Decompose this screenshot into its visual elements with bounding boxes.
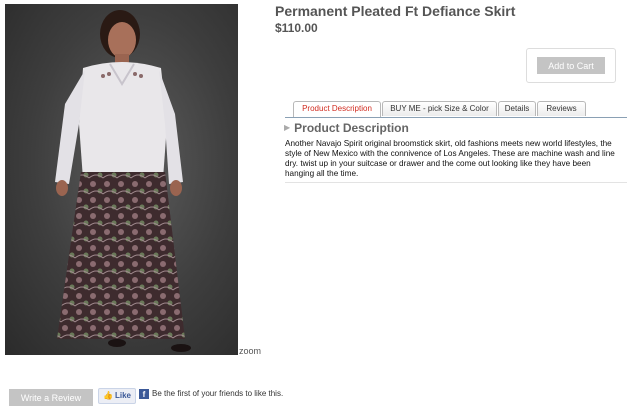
model-illustration: [55, 10, 191, 352]
description-heading-text: Product Description: [294, 121, 409, 135]
like-button[interactable]: 👍 Like: [98, 388, 136, 404]
tab-details[interactable]: Details: [498, 101, 536, 116]
add-to-cart-panel: Add to Cart: [526, 48, 616, 83]
triangle-right-icon: ▶: [284, 123, 291, 132]
facebook-icon: f: [139, 389, 149, 399]
zoom-link[interactable]: zoom: [239, 346, 261, 356]
add-to-cart-button[interactable]: Add to Cart: [537, 57, 605, 74]
description-heading: ▶ Product Description: [284, 121, 409, 135]
like-label: Like: [114, 391, 131, 400]
tab-reviews[interactable]: Reviews: [537, 101, 586, 116]
product-photo[interactable]: [5, 4, 238, 355]
product-price: $110.00: [275, 21, 318, 35]
tab-buy-me[interactable]: BUY ME - pick Size & Color: [382, 101, 497, 116]
product-tabs: Product Description BUY ME - pick Size &…: [285, 101, 627, 118]
tab-product-description[interactable]: Product Description: [293, 101, 381, 117]
product-title: Permanent Pleated Ft Defiance Skirt: [275, 3, 516, 19]
social-text: Be the first of your friends to like thi…: [152, 389, 284, 398]
description-text: Another Navajo Spirit original broomstic…: [285, 139, 615, 178]
write-review-button[interactable]: Write a Review: [9, 389, 93, 406]
divider: [285, 182, 627, 183]
thumbs-up-icon: 👍: [103, 391, 113, 400]
facebook-social-text: f Be the first of your friends to like th…: [139, 389, 283, 399]
